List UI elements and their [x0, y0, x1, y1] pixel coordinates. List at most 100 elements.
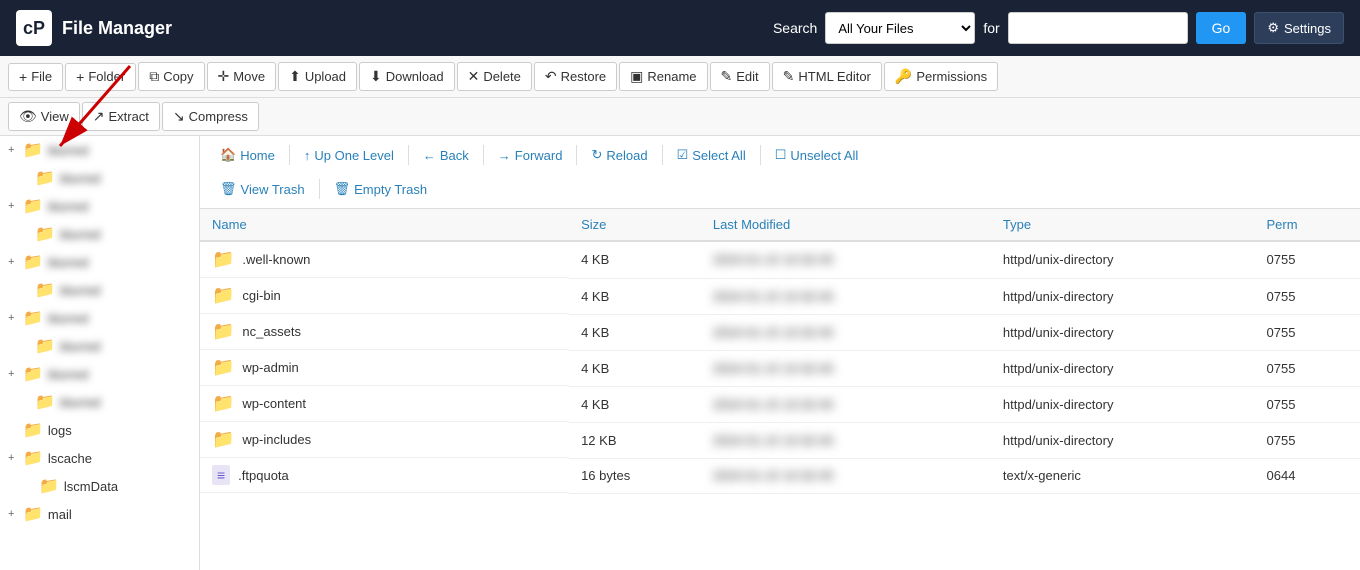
empty-trash-button[interactable]: 🗑 Empty Trash — [324, 176, 437, 202]
modified-cell: 2024-01-15 10:32:45 — [701, 314, 991, 350]
restore-button[interactable]: ↶ Restore — [534, 62, 617, 91]
folder-icon: 📁 — [23, 364, 43, 384]
perm-cell: 0755 — [1255, 386, 1360, 422]
delete-label: Delete — [483, 69, 521, 84]
move-label: Move — [233, 69, 265, 84]
expand-icon: + — [8, 144, 20, 156]
search-scope-select[interactable]: All Your Files — [825, 12, 975, 44]
compress-label: Compress — [189, 109, 248, 124]
type-cell: httpd/unix-directory — [991, 241, 1255, 278]
table-row[interactable]: 📁wp-includes12 KB2024-01-15 10:32:45http… — [200, 422, 1360, 458]
list-item[interactable]: 📁 blurred — [0, 276, 199, 304]
app-title: File Manager — [62, 18, 172, 39]
view-button[interactable]: 👁 View — [8, 102, 80, 131]
table-row[interactable]: 📁.well-known4 KB2024-01-15 10:32:45httpd… — [200, 241, 1360, 278]
html-editor-label: HTML Editor — [798, 69, 870, 84]
table-row[interactable]: 📁nc_assets4 KB2024-01-15 10:32:45httpd/u… — [200, 314, 1360, 350]
back-button[interactable]: ← Back — [413, 143, 479, 168]
toolbar-row1: + File + Folder ⧉ Copy ✛ Move ⬆ Upload ⬇… — [0, 56, 1360, 98]
restore-label: Restore — [561, 69, 607, 84]
extract-button[interactable]: ↗ Extract — [82, 102, 160, 131]
reload-icon: ↻ — [591, 147, 602, 163]
view-trash-button[interactable]: 🗑 View Trash — [210, 176, 315, 202]
extract-label: Extract — [108, 109, 148, 124]
move-button[interactable]: ✛ Move — [207, 62, 277, 91]
search-input[interactable] — [1008, 12, 1188, 44]
sidebar-item-label: blurred — [48, 367, 88, 382]
list-item[interactable]: + 📁 blurred — [0, 136, 199, 164]
table-row[interactable]: 📁wp-content4 KB2024-01-15 10:32:45httpd/… — [200, 386, 1360, 422]
permissions-button[interactable]: 🔑 Permissions — [884, 62, 998, 91]
sidebar-item-label: logs — [48, 423, 72, 438]
list-item[interactable]: + 📁 blurred — [0, 248, 199, 276]
download-button[interactable]: ⬇ Download — [359, 62, 455, 91]
move-icon: ✛ — [218, 68, 230, 85]
list-item[interactable]: + 📁 blurred — [0, 304, 199, 332]
col-header-name[interactable]: Name — [200, 209, 569, 241]
sidebar-item-label: mail — [48, 507, 72, 522]
name-cell: 📁wp-admin — [200, 350, 569, 386]
rename-button[interactable]: ▣ Rename — [619, 62, 707, 91]
forward-button[interactable]: → Forward — [488, 143, 573, 168]
sidebar-item-lscmData[interactable]: 📁 lscmData — [0, 472, 199, 500]
edit-icon: ✎ — [721, 68, 733, 85]
folder-icon: 📁 — [23, 420, 43, 440]
col-header-modified[interactable]: Last Modified — [701, 209, 991, 241]
html-editor-button[interactable]: ✎ HTML Editor — [772, 62, 882, 91]
col-header-type[interactable]: Type — [991, 209, 1255, 241]
list-item[interactable]: 📁 blurred — [0, 220, 199, 248]
folder-icon: 📁 — [23, 448, 43, 468]
table-row[interactable]: 📁cgi-bin4 KB2024-01-15 10:32:45httpd/uni… — [200, 278, 1360, 314]
checkbox-icon: ☑ — [677, 147, 689, 163]
expand-icon: + — [8, 508, 20, 520]
sidebar-item-mail[interactable]: + 📁 mail — [0, 500, 199, 528]
reload-button[interactable]: ↻ Reload — [581, 142, 657, 168]
perm-cell: 0755 — [1255, 241, 1360, 278]
upload-button[interactable]: ⬆ Upload — [278, 62, 357, 91]
edit-button[interactable]: ✎ Edit — [710, 62, 770, 91]
settings-button[interactable]: ⚙ Settings — [1254, 12, 1344, 44]
list-item[interactable]: + 📁 blurred — [0, 192, 199, 220]
search-label: Search — [773, 20, 817, 36]
list-item[interactable]: 📁 blurred — [0, 388, 199, 416]
expand-icon: + — [8, 368, 20, 380]
unselect-all-button[interactable]: ☐ Unselect All — [765, 142, 869, 168]
list-item[interactable]: + 📁 blurred — [0, 360, 199, 388]
empty-trash-label: Empty Trash — [354, 182, 427, 197]
checkbox-empty-icon: ☐ — [775, 147, 787, 163]
list-item[interactable]: 📁 blurred — [0, 164, 199, 192]
type-cell: httpd/unix-directory — [991, 350, 1255, 386]
folder-icon: 📁 — [212, 321, 234, 342]
view-label: View — [41, 109, 69, 124]
file-name: wp-content — [242, 396, 306, 411]
modified-cell: 2024-01-15 10:32:45 — [701, 386, 991, 422]
file-name: wp-admin — [242, 360, 298, 375]
sidebar-item-logs[interactable]: 📁 logs — [0, 416, 199, 444]
select-all-button[interactable]: ☑ Select All — [667, 142, 756, 168]
copy-button[interactable]: ⧉ Copy — [138, 62, 204, 91]
go-button[interactable]: Go — [1196, 12, 1247, 44]
delete-button[interactable]: ✕ Delete — [457, 62, 532, 91]
reload-label: Reload — [606, 148, 647, 163]
compress-button[interactable]: ↘ Compress — [162, 102, 259, 131]
col-header-size[interactable]: Size — [569, 209, 701, 241]
header: cP File Manager Search All Your Files fo… — [0, 0, 1360, 56]
new-folder-button[interactable]: + Folder — [65, 63, 136, 91]
name-cell: ≡.ftpquota — [200, 458, 569, 493]
plus-icon: + — [19, 69, 27, 85]
new-file-button[interactable]: + File — [8, 63, 63, 91]
col-header-perm[interactable]: Perm — [1255, 209, 1360, 241]
table-row[interactable]: 📁wp-admin4 KB2024-01-15 10:32:45httpd/un… — [200, 350, 1360, 386]
perm-cell: 0755 — [1255, 278, 1360, 314]
cpanel-icon: cP — [16, 10, 52, 46]
expand-icon: + — [8, 452, 20, 464]
forward-icon: → — [498, 148, 511, 163]
sidebar-item-label: blurred — [48, 311, 88, 326]
list-item[interactable]: 📁 blurred — [0, 332, 199, 360]
search-area: Search All Your Files for Go ⚙ Settings — [773, 12, 1344, 44]
home-button[interactable]: 🏠 Home — [210, 142, 285, 168]
sidebar-item-lscache[interactable]: + 📁 lscache — [0, 444, 199, 472]
edit-label: Edit — [736, 69, 758, 84]
up-one-level-button[interactable]: ↑ Up One Level — [294, 143, 404, 168]
table-row[interactable]: ≡.ftpquota16 bytes2024-01-15 10:32:45tex… — [200, 458, 1360, 493]
